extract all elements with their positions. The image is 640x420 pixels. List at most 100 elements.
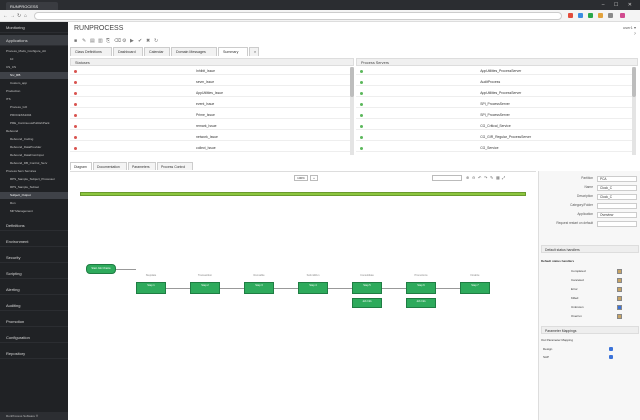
- sidebar-tree-item[interactable]: RPS_Sample_Subset: [0, 184, 68, 191]
- toolbar-icon[interactable]: ▶: [130, 38, 134, 44]
- toolbar-icon[interactable]: ⎘: [106, 38, 110, 44]
- address-bar[interactable]: [34, 12, 562, 20]
- sidebar-tree-item[interactable]: ITS: [0, 96, 68, 103]
- diagram-step-node[interactable]: Step 7: [460, 282, 490, 294]
- diagram-step-node[interactable]: Step 1: [136, 282, 166, 294]
- property-input[interactable]: Clock_C: [597, 193, 637, 200]
- sidebar-item-repository[interactable]: Repository: [0, 348, 68, 359]
- sidebar-item-auditing[interactable]: Auditing: [0, 300, 68, 311]
- sidebar-tree-item[interactable]: Rebound_DataProvider: [0, 144, 68, 151]
- toolbar-icon[interactable]: ⌫: [114, 38, 121, 44]
- property-input[interactable]: Clock_C: [597, 184, 637, 191]
- diagram-step-node[interactable]: Step 5: [352, 282, 382, 294]
- table-row[interactable]: SPI_ProcessServer: [356, 111, 632, 119]
- table-row[interactable]: SPI_ProcessServer: [356, 100, 632, 108]
- tab-diagram[interactable]: Diagram: [70, 162, 92, 170]
- sidebar-tree-item[interactable]: Process Serv Services: [0, 168, 68, 175]
- sidebar-tree-item[interactable]: MP Management: [0, 208, 68, 215]
- diagram-tool-icon[interactable]: ↷: [484, 175, 487, 180]
- diagram-step-node[interactable]: Step 4: [298, 282, 328, 294]
- sidebar-tree-item[interactable]: Production: [0, 88, 68, 95]
- table-row[interactable]: AppUtilities_Issue: [70, 89, 350, 97]
- toolbar-icon[interactable]: ✎: [82, 38, 86, 44]
- diagram-tool-icon[interactable]: ⊖: [472, 175, 475, 180]
- sidebar-item-scripting[interactable]: Scripting: [0, 268, 68, 279]
- tab-process-control[interactable]: Process Control: [157, 162, 193, 170]
- diagram-tool-icon[interactable]: ✎: [490, 175, 493, 180]
- diagram-tool-icon[interactable]: ↶: [478, 175, 481, 180]
- diagram-step-node[interactable]: Job Info: [406, 298, 436, 308]
- tab-parameters[interactable]: Parameters: [128, 162, 156, 170]
- handler-swatch[interactable]: [617, 304, 622, 310]
- property-input[interactable]: [597, 220, 637, 227]
- toolbar-icon[interactable]: ▤: [90, 38, 95, 44]
- sidebar-item-security[interactable]: Security: [0, 252, 68, 263]
- extension-icon[interactable]: [598, 13, 603, 18]
- sidebar-tree-item[interactable]: Rebound_DataFromInput: [0, 152, 68, 159]
- statuses-scrollbar[interactable]: [350, 67, 354, 155]
- handler-swatch[interactable]: [617, 313, 622, 319]
- property-input[interactable]: PCA: [597, 175, 637, 182]
- sidebar-tree-item[interactable]: Process_Mods_Configure_Att: [0, 48, 68, 55]
- handler-swatch[interactable]: [617, 286, 622, 292]
- tab-documentation[interactable]: Documentation: [93, 162, 127, 170]
- diagram-tool-icon[interactable]: ⊕: [466, 175, 469, 180]
- zoom-select[interactable]: 100%: [294, 175, 308, 181]
- table-row[interactable]: collect_Issue: [70, 144, 350, 152]
- table-row[interactable]: network_Issue: [70, 133, 350, 141]
- sidebar-tree-item[interactable]: Subject_Output: [0, 192, 68, 199]
- diagram-step-node[interactable]: Step 2: [190, 282, 220, 294]
- servers-scrollbar[interactable]: [632, 67, 636, 155]
- sidebar-tree-item[interactable]: Custom_app: [0, 80, 68, 87]
- tab-dashboard[interactable]: Dashboard: [113, 47, 143, 56]
- table-row[interactable]: CG_Critical_Service: [356, 122, 632, 130]
- extension-icon[interactable]: [608, 13, 613, 18]
- scrollbar-thumb[interactable]: [350, 67, 354, 97]
- mapping-checkbox[interactable]: [609, 355, 613, 359]
- mapping-checkbox[interactable]: [609, 347, 613, 351]
- sidebar-tree-item[interactable]: PROCESS1004: [0, 112, 68, 119]
- toolbar-icon[interactable]: ✔: [138, 38, 142, 44]
- handler-swatch[interactable]: [617, 277, 622, 283]
- parameter-mappings-toggle[interactable]: Parameter Mappings: [541, 326, 639, 334]
- help-icon[interactable]: ?: [634, 31, 636, 36]
- sidebar-item-applications[interactable]: Applications: [0, 35, 68, 46]
- diagram-step-node[interactable]: Job Info: [352, 298, 382, 308]
- window-controls[interactable]: – ☐ ✕: [602, 2, 636, 8]
- diagram-tool-icon[interactable]: ▦: [496, 175, 500, 180]
- table-row[interactable]: Prime_Issue: [70, 111, 350, 119]
- extension-icon[interactable]: [568, 13, 573, 18]
- table-row[interactable]: CG_Service: [356, 144, 632, 152]
- table-row[interactable]: CG_GIR_Regular_ProcessServer: [356, 133, 632, 141]
- browser-tab[interactable]: RUNPROCESS: [6, 2, 58, 10]
- tab-calendar[interactable]: Calendar: [144, 47, 170, 56]
- user-menu[interactable]: user1 ▾: [623, 25, 636, 30]
- sidebar-item-alerting[interactable]: Alerting: [0, 284, 68, 295]
- extension-icon[interactable]: [588, 13, 593, 18]
- sidebar-tree-item[interactable]: Rebound: [0, 128, 68, 135]
- sidebar-item-configuration[interactable]: Configuration: [0, 332, 68, 343]
- diagram-tool-icon[interactable]: ⤢: [502, 175, 505, 180]
- table-row[interactable]: Inhibit_Issue: [70, 67, 350, 75]
- toolbar-icon[interactable]: ✖: [146, 38, 150, 44]
- sidebar-tree-item[interactable]: Process_GO: [0, 104, 68, 111]
- sidebar-tree-item[interactable]: PRE_ContinuousPublishPack: [0, 120, 68, 127]
- diagram-search-input[interactable]: [432, 175, 462, 181]
- sidebar-tree-item[interactable]: Rebound_DB_Control_Serv: [0, 160, 68, 167]
- zoom-in-button[interactable]: +: [310, 175, 318, 181]
- default-status-handlers-toggle[interactable]: Default status handlers: [541, 245, 639, 253]
- sidebar-item-environment[interactable]: Environment: [0, 236, 68, 247]
- toolbar-icon[interactable]: ■: [74, 38, 77, 44]
- swimlane-bar[interactable]: [80, 192, 526, 196]
- toolbar-icon[interactable]: ⚙: [122, 38, 126, 44]
- sidebar-tree-item[interactable]: Rebound_Coding: [0, 136, 68, 143]
- sidebar-tree-item[interactable]: CS_CS: [0, 64, 68, 71]
- sidebar-item-promotion[interactable]: Promotion: [0, 316, 68, 327]
- close-tab-icon[interactable]: ×: [249, 47, 259, 56]
- back-icon[interactable]: ←: [3, 13, 8, 19]
- table-row[interactable]: remark_Issue: [70, 122, 350, 130]
- table-row[interactable]: AppUtilities_ProcessServer: [356, 89, 632, 97]
- toolbar-icon[interactable]: ↻: [154, 38, 158, 44]
- table-row[interactable]: event_Issue: [70, 100, 350, 108]
- property-input[interactable]: Overview: [597, 211, 637, 218]
